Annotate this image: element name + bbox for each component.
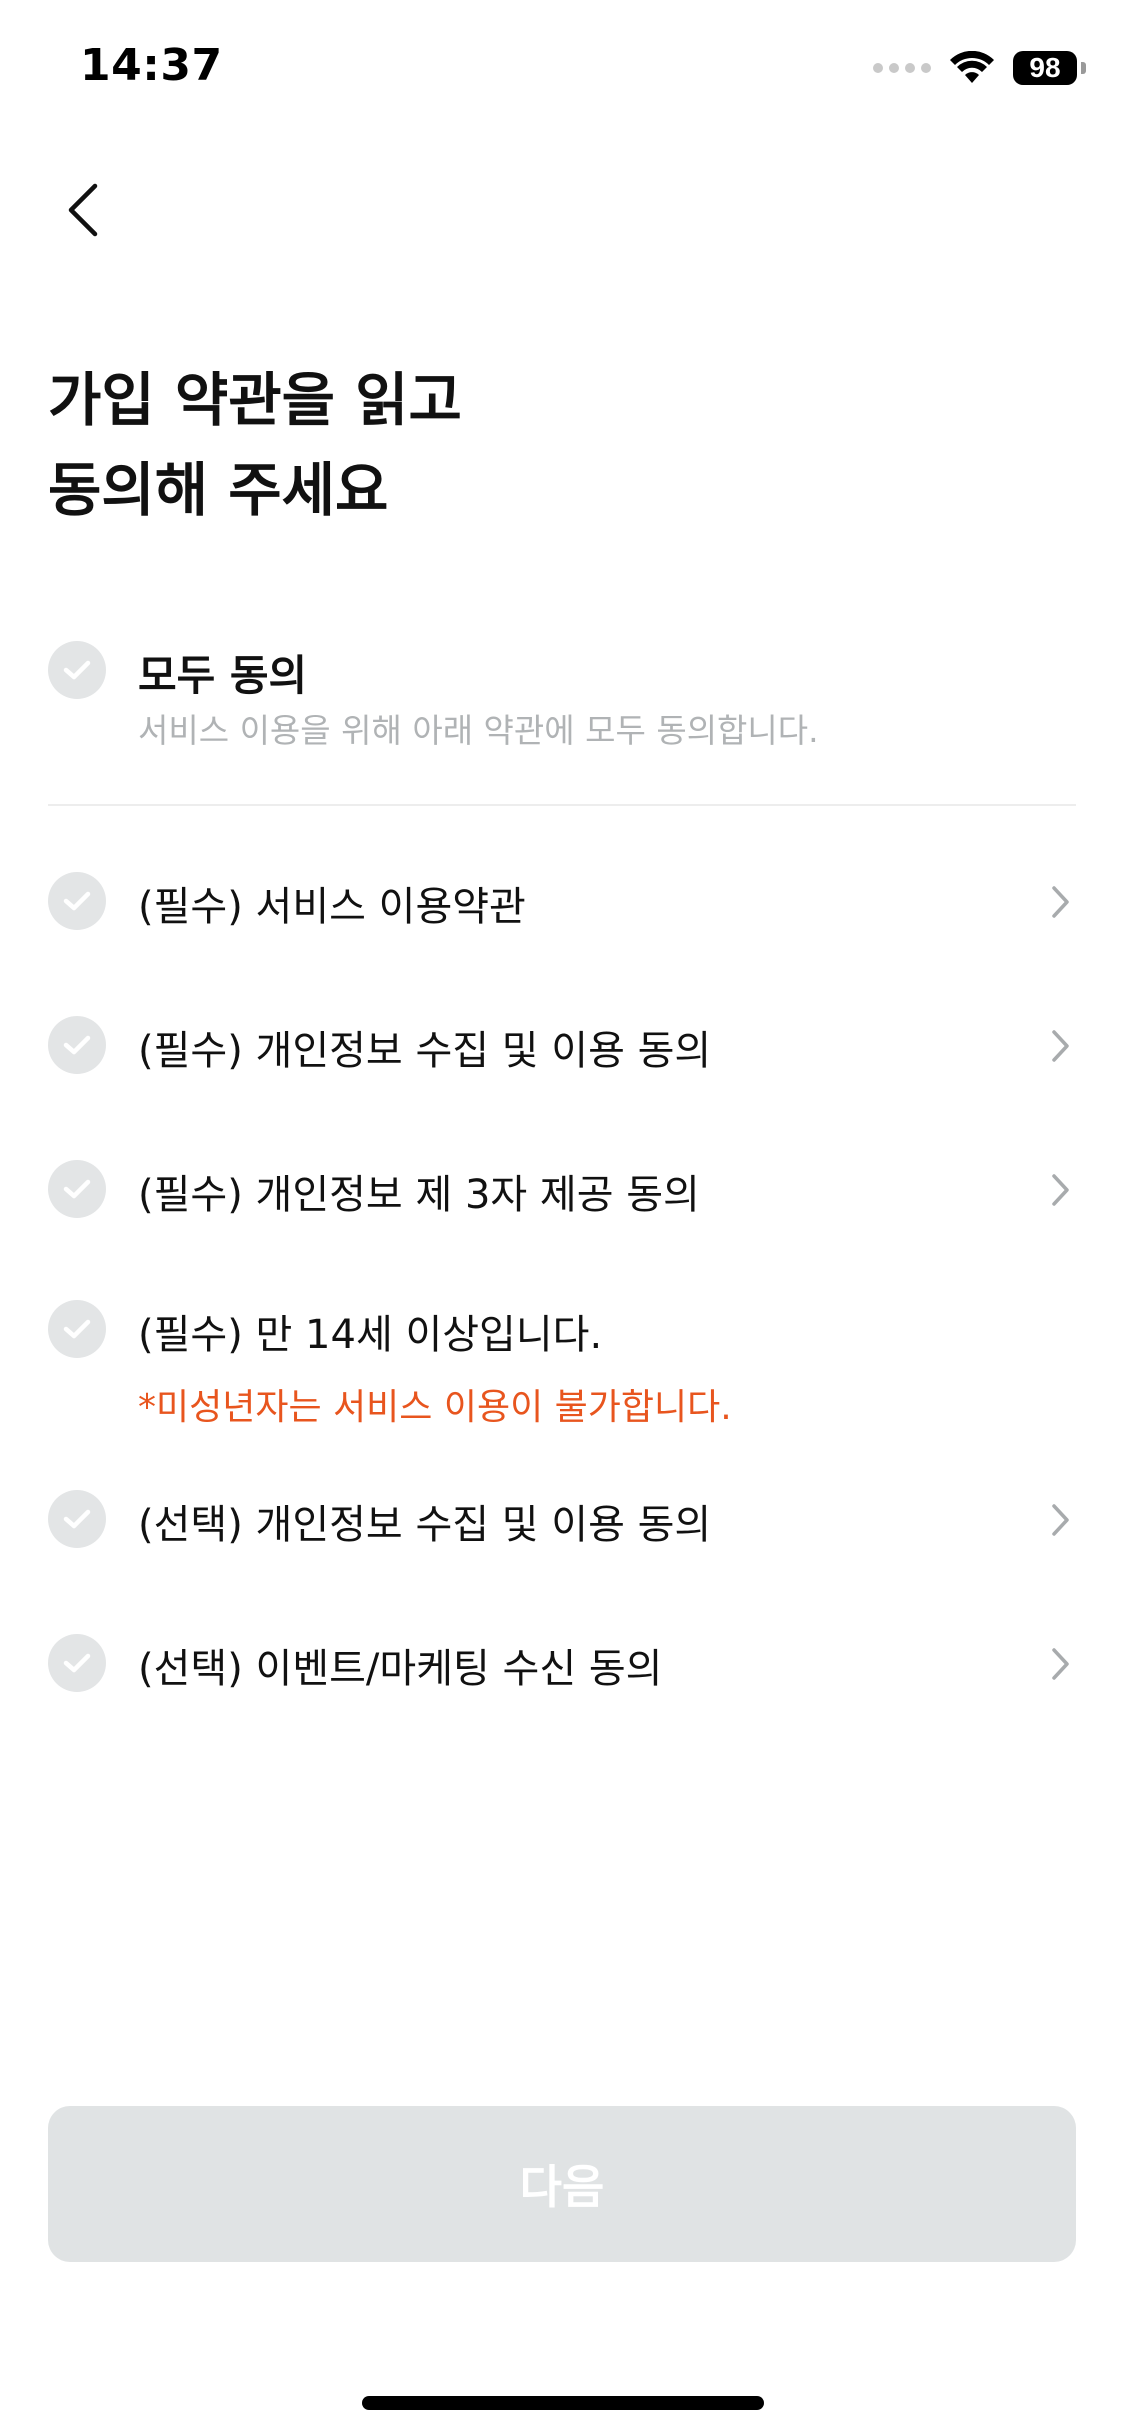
check-icon (63, 1509, 91, 1529)
wifi-icon (950, 51, 994, 83)
check-icon (63, 1653, 91, 1673)
term-checkbox[interactable] (48, 1160, 106, 1218)
back-button[interactable] (48, 170, 118, 250)
status-time: 14:37 (80, 40, 223, 91)
check-icon (63, 660, 91, 680)
term-checkbox[interactable] (48, 1490, 106, 1548)
check-icon (63, 1179, 91, 1199)
chevron-right-icon (1052, 1648, 1069, 1680)
check-icon (63, 1319, 91, 1339)
chevron-right-icon (1052, 1174, 1069, 1206)
term-label: (필수) 만 14세 이상입니다. (138, 1312, 603, 1358)
agree-all-description: 서비스 이용을 위해 아래 약관에 모두 동의합니다. (138, 711, 819, 750)
chevron-right-icon (1052, 1030, 1069, 1062)
term-label: (선택) 이벤트/마케팅 수신 동의 (138, 1646, 663, 1692)
term-detail-button[interactable] (1042, 1170, 1078, 1210)
chevron-left-icon (68, 183, 98, 237)
next-button[interactable]: 다음 (48, 2106, 1076, 2262)
term-item-age[interactable]: (필수) 만 14세 이상입니다. *미성년자는 서비스 이용이 불가합니다. (48, 1284, 1078, 1434)
home-indicator[interactable] (362, 2396, 764, 2410)
term-detail-button[interactable] (1042, 882, 1078, 922)
battery-icon: 98 (1013, 51, 1086, 85)
term-label: (선택) 개인정보 수집 및 이용 동의 (138, 1502, 712, 1548)
term-checkbox[interactable] (48, 1300, 106, 1358)
term-item-service[interactable]: (필수) 서비스 이용약관 (48, 856, 1078, 946)
check-icon (63, 891, 91, 911)
term-item-marketing[interactable]: (선택) 이벤트/마케팅 수신 동의 (48, 1618, 1078, 1708)
term-label: (필수) 서비스 이용약관 (138, 884, 526, 930)
battery-level: 98 (1029, 52, 1061, 83)
page-title-line-2: 동의해 주세요 (48, 456, 389, 524)
term-detail-button[interactable] (1042, 1026, 1078, 1066)
term-detail-button[interactable] (1042, 1500, 1078, 1540)
term-checkbox[interactable] (48, 1016, 106, 1074)
agree-all-title: 모두 동의 (138, 651, 308, 700)
agree-all-option[interactable]: 모두 동의 서비스 이용을 위해 아래 약관에 모두 동의합니다. (48, 638, 1078, 758)
term-item-optional-privacy[interactable]: (선택) 개인정보 수집 및 이용 동의 (48, 1474, 1078, 1564)
page-title-line-1: 가입 약관을 읽고 (48, 366, 462, 434)
agree-all-checkbox[interactable] (48, 641, 106, 699)
term-label: (필수) 개인정보 제 3자 제공 동의 (138, 1172, 700, 1218)
term-detail-button[interactable] (1042, 1644, 1078, 1684)
divider (48, 804, 1076, 806)
page-title: 가입 약관을 읽고 동의해 주세요 (48, 355, 1048, 535)
term-label: (필수) 개인정보 수집 및 이용 동의 (138, 1028, 712, 1074)
chevron-right-icon (1052, 886, 1069, 918)
status-indicators: 98 (873, 48, 1086, 88)
check-icon (63, 1035, 91, 1055)
term-checkbox[interactable] (48, 872, 106, 930)
term-item-third-party[interactable]: (필수) 개인정보 제 3자 제공 동의 (48, 1144, 1078, 1234)
term-item-privacy-collect[interactable]: (필수) 개인정보 수집 및 이용 동의 (48, 1000, 1078, 1090)
term-warning-note: *미성년자는 서비스 이용이 불가합니다. (138, 1387, 732, 1428)
chevron-right-icon (1052, 1504, 1069, 1536)
signal-icon (873, 63, 931, 73)
term-checkbox[interactable] (48, 1634, 106, 1692)
status-bar: 14:37 98 (0, 0, 1125, 140)
